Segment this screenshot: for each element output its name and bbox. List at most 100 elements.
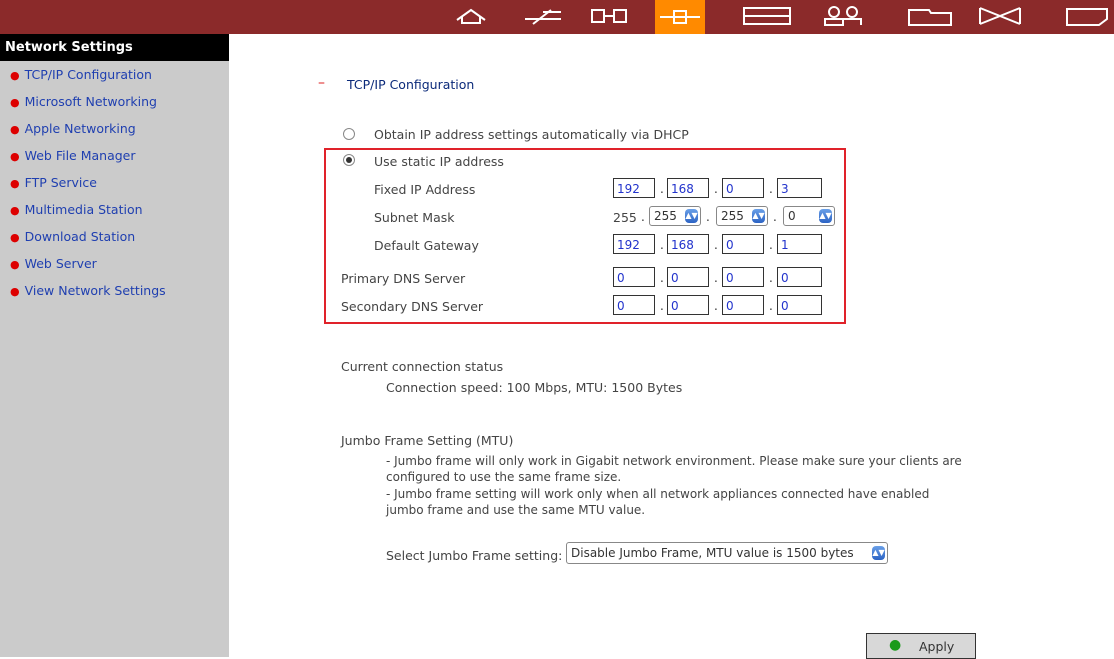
- octet-separator: .: [660, 182, 664, 196]
- select-value: Disable Jumbo Frame, MTU value is 1500 b…: [571, 546, 854, 560]
- section-title: TCP/IP Configuration: [347, 77, 475, 92]
- sidebar-item-view-network-settings[interactable]: ● View Network Settings: [0, 277, 229, 304]
- sidebar-item-ftp-service[interactable]: ● FTP Service: [0, 169, 229, 196]
- bullet-icon: ●: [10, 258, 20, 271]
- gateway-octet-1[interactable]: 192: [613, 234, 655, 254]
- select-arrow-icon: ▲▼: [872, 546, 885, 560]
- network-icon[interactable]: [655, 0, 705, 34]
- secondary-dns-label: Secondary DNS Server: [341, 299, 484, 314]
- sidebar-item-web-file-manager[interactable]: ● Web File Manager: [0, 142, 229, 169]
- sidebar-item-multimedia-station[interactable]: ● Multimedia Station: [0, 196, 229, 223]
- subnet-octet-3-select[interactable]: 255 ▲▼: [716, 206, 768, 226]
- octet-separator: .: [769, 299, 773, 313]
- sidebar-item-label: Microsoft Networking: [24, 94, 157, 109]
- collapse-toggle[interactable]: –: [318, 75, 325, 91]
- gateway-octet-4[interactable]: 1: [777, 234, 822, 254]
- select-arrow-icon: ▲▼: [752, 209, 765, 223]
- dhcp-radio[interactable]: [343, 128, 355, 140]
- octet-separator: .: [769, 271, 773, 285]
- home-icon[interactable]: [446, 2, 496, 30]
- sidebar-item-label: Apple Networking: [24, 121, 136, 136]
- octet-separator: .: [641, 210, 645, 224]
- sidebar-item-label: Multimedia Station: [24, 202, 143, 217]
- sidebar-item-download-station[interactable]: ● Download Station: [0, 223, 229, 250]
- octet-separator: .: [714, 271, 718, 285]
- primary-dns-label: Primary DNS Server: [341, 271, 466, 286]
- fixed-ip-octet-2[interactable]: 168: [667, 178, 709, 198]
- primary-dns-octet-2[interactable]: 0: [667, 267, 709, 287]
- gateway-octet-2[interactable]: 168: [667, 234, 709, 254]
- sidebar-item-microsoft-networking[interactable]: ● Microsoft Networking: [0, 88, 229, 115]
- bullet-icon: ●: [10, 123, 20, 136]
- sidebar-item-web-server[interactable]: ● Web Server: [0, 250, 229, 277]
- apply-dot-icon: ●: [889, 637, 902, 653]
- gateway-label: Default Gateway: [374, 238, 479, 253]
- gateway-octet-3[interactable]: 0: [722, 234, 764, 254]
- subnet-octet-1: 255: [613, 210, 637, 225]
- sidebar: Network Settings ● TCP/IP Configuration ●…: [0, 34, 229, 657]
- bullet-icon: ●: [10, 96, 20, 109]
- bullet-icon: ●: [10, 69, 20, 82]
- sidebar-item-apple-networking[interactable]: ● Apple Networking: [0, 115, 229, 142]
- quick-config-icon[interactable]: [518, 2, 568, 30]
- top-toolbar: [0, 0, 1114, 34]
- select-arrow-icon: ▲▼: [819, 209, 832, 223]
- fixed-ip-label: Fixed IP Address: [374, 182, 476, 197]
- bullet-icon: ●: [10, 150, 20, 163]
- secondary-dns-octet-3[interactable]: 0: [722, 295, 764, 315]
- fixed-ip-octet-1[interactable]: 192: [613, 178, 655, 198]
- octet-separator: .: [660, 271, 664, 285]
- dhcp-label: Obtain IP address settings automatically…: [374, 127, 689, 142]
- jumbo-note-line-1: - Jumbo frame will only work in Gigabit …: [386, 454, 962, 468]
- highlight-box: [324, 148, 846, 324]
- sidebar-item-label: TCP/IP Configuration: [24, 67, 152, 82]
- fixed-ip-octet-3[interactable]: 0: [722, 178, 764, 198]
- secondary-dns-octet-4[interactable]: 0: [777, 295, 822, 315]
- sidebar-item-label: Web File Manager: [24, 148, 136, 163]
- octet-separator: .: [714, 182, 718, 196]
- logout-icon[interactable]: [1062, 2, 1112, 30]
- octet-separator: .: [769, 182, 773, 196]
- sidebar-item-tcpip[interactable]: ● TCP/IP Configuration: [0, 61, 229, 88]
- primary-dns-octet-3[interactable]: 0: [722, 267, 764, 287]
- subnet-mask-label: Subnet Mask: [374, 210, 455, 225]
- primary-dns-octet-4[interactable]: 0: [777, 267, 822, 287]
- users-icon[interactable]: [818, 2, 868, 30]
- octet-separator: .: [660, 299, 664, 313]
- select-arrow-icon: ▲▼: [685, 209, 698, 223]
- jumbo-frame-select[interactable]: Disable Jumbo Frame, MTU value is 1500 b…: [566, 542, 888, 564]
- status-heading: Current connection status: [341, 359, 504, 374]
- bullet-icon: ●: [10, 285, 20, 298]
- subnet-octet-4-select[interactable]: 0 ▲▼: [783, 206, 835, 226]
- jumbo-heading: Jumbo Frame Setting (MTU): [341, 433, 514, 448]
- application-icon[interactable]: [975, 2, 1025, 30]
- select-value: 255: [721, 209, 744, 223]
- octet-separator: .: [769, 238, 773, 252]
- primary-dns-octet-1[interactable]: 0: [613, 267, 655, 287]
- devices-icon[interactable]: [742, 2, 792, 30]
- jumbo-select-label: Select Jumbo Frame setting:: [386, 548, 563, 563]
- secondary-dns-octet-1[interactable]: 0: [613, 295, 655, 315]
- select-value: 0: [788, 209, 796, 223]
- bullet-icon: ●: [10, 231, 20, 244]
- fixed-ip-octet-4[interactable]: 3: [777, 178, 822, 198]
- apply-label: Apply: [919, 639, 955, 654]
- octet-separator: .: [714, 299, 718, 313]
- apply-button[interactable]: ● Apply: [866, 633, 976, 659]
- sidebar-item-label: Download Station: [24, 229, 136, 244]
- subnet-octet-2-select[interactable]: 255 ▲▼: [649, 206, 701, 226]
- share-folder-icon[interactable]: [905, 2, 955, 30]
- system-tools-icon[interactable]: [585, 2, 635, 30]
- octet-separator: .: [773, 210, 777, 224]
- bullet-icon: ●: [10, 177, 20, 190]
- octet-separator: .: [714, 238, 718, 252]
- octet-separator: .: [706, 210, 710, 224]
- sidebar-item-label: Web Server: [24, 256, 97, 271]
- jumbo-note-line-2: configured to use the same frame size.: [386, 470, 622, 484]
- secondary-dns-octet-2[interactable]: 0: [667, 295, 709, 315]
- sidebar-item-label: View Network Settings: [24, 283, 166, 298]
- status-text: Connection speed: 100 Mbps, MTU: 1500 By…: [386, 380, 683, 395]
- sidebar-title: Network Settings: [0, 34, 229, 61]
- jumbo-note-line-4: jumbo frame and use the same MTU value.: [386, 503, 646, 517]
- jumbo-note-line-3: - Jumbo frame setting will work only whe…: [386, 487, 930, 501]
